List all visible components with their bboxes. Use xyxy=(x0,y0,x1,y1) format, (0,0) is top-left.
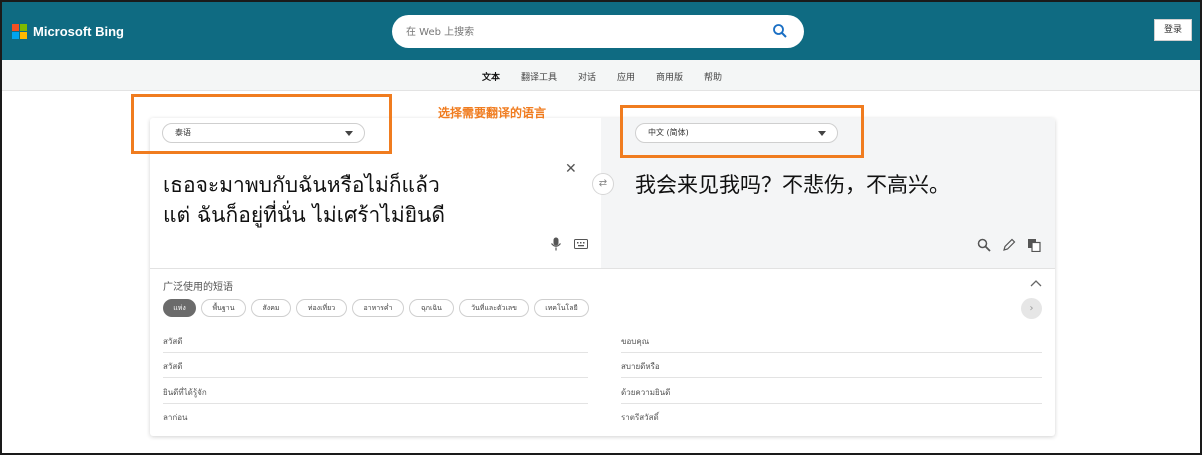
row-divider xyxy=(163,377,588,378)
phrases-title: 广泛使用的短语 xyxy=(163,282,233,293)
microsoft-logo-icon[interactable] xyxy=(12,24,27,39)
search-input[interactable] xyxy=(406,23,766,41)
phrase-category-chip[interactable]: ท่องเที่ยว xyxy=(296,299,347,317)
phrase-item[interactable]: ลาก่อน xyxy=(163,411,188,424)
phrase-category-chip[interactable]: อาหารค่ำ xyxy=(352,299,404,317)
phrase-item[interactable]: สบายดีหรือ xyxy=(621,360,660,373)
card-divider xyxy=(150,268,1055,269)
search-icon[interactable] xyxy=(772,23,788,39)
translation-output: 我会来见我吗？不悲伤，不高兴。 xyxy=(635,173,950,197)
top-bar: Microsoft Bing 登录 xyxy=(2,2,1200,60)
nav-tab-conversation[interactable]: 对话 xyxy=(578,70,596,83)
row-divider xyxy=(621,352,1042,353)
translator-nav: 文本 翻译工具 对话 应用 商用版 帮助 xyxy=(2,60,1200,91)
row-divider xyxy=(621,403,1042,404)
swap-arrows-icon[interactable]: ⇄ xyxy=(592,173,614,195)
source-language-highlight xyxy=(131,94,392,154)
row-divider xyxy=(163,352,588,353)
brand-name[interactable]: Microsoft Bing xyxy=(33,24,124,39)
phrase-item[interactable]: สวัสดี xyxy=(163,335,182,348)
phrase-item[interactable]: ยินดีที่ได้รู้จัก xyxy=(163,386,207,399)
edit-pencil-icon[interactable] xyxy=(1002,238,1016,252)
phrase-item[interactable]: ขอบคุณ xyxy=(621,335,649,348)
target-language-highlight xyxy=(620,105,864,158)
chevron-up-icon[interactable] xyxy=(1030,279,1042,287)
source-text-input[interactable]: เธอจะมาพบกับฉันหรือไม่ก็แล้ว แต่ ฉันก็อย… xyxy=(163,170,563,230)
nav-tab-business[interactable]: 商用版 xyxy=(656,70,683,83)
annotation-label: 选择需要翻译的语言 xyxy=(438,106,547,120)
nav-tab-text[interactable]: 文本 xyxy=(482,70,500,83)
phrase-item[interactable]: ราตรีสวัสดิ์ xyxy=(621,411,659,424)
phrase-category-chip[interactable]: แห่ง xyxy=(163,299,196,317)
phrase-item[interactable]: สวัสดี xyxy=(163,360,182,373)
source-line: เธอจะมาพบกับฉันหรือไม่ก็แล้ว xyxy=(163,173,440,197)
nav-tab-translator-tools[interactable]: 翻译工具 xyxy=(521,70,557,83)
row-divider xyxy=(621,377,1042,378)
clear-text-icon[interactable]: ✕ xyxy=(565,162,577,176)
keyboard-icon[interactable] xyxy=(574,239,588,249)
source-line: แต่ ฉันก็อยู่ที่นั่น ไม่เศร้าไม่ยินดี xyxy=(163,203,446,227)
nav-tab-help[interactable]: 帮助 xyxy=(704,70,722,83)
phrase-category-chip[interactable]: วันที่และตัวเลข xyxy=(459,299,529,317)
chevron-right-icon[interactable]: › xyxy=(1021,298,1042,319)
search-icon[interactable] xyxy=(977,238,991,252)
copy-icon[interactable] xyxy=(1027,238,1041,252)
phrase-category-chip[interactable]: พื้นฐาน xyxy=(201,299,246,317)
nav-tab-apps[interactable]: 应用 xyxy=(617,70,635,83)
microphone-icon[interactable] xyxy=(550,237,562,251)
phrase-item[interactable]: ด้วยความยินดี xyxy=(621,386,670,399)
login-button[interactable]: 登录 xyxy=(1154,19,1192,41)
search-box[interactable] xyxy=(392,15,804,48)
phrase-category-chip[interactable]: เทคโนโลยี xyxy=(534,299,589,317)
phrase-category-chip[interactable]: สังคม xyxy=(251,299,291,317)
row-divider xyxy=(163,403,588,404)
phrase-category-chip[interactable]: ฉุกเฉิน xyxy=(409,299,454,317)
